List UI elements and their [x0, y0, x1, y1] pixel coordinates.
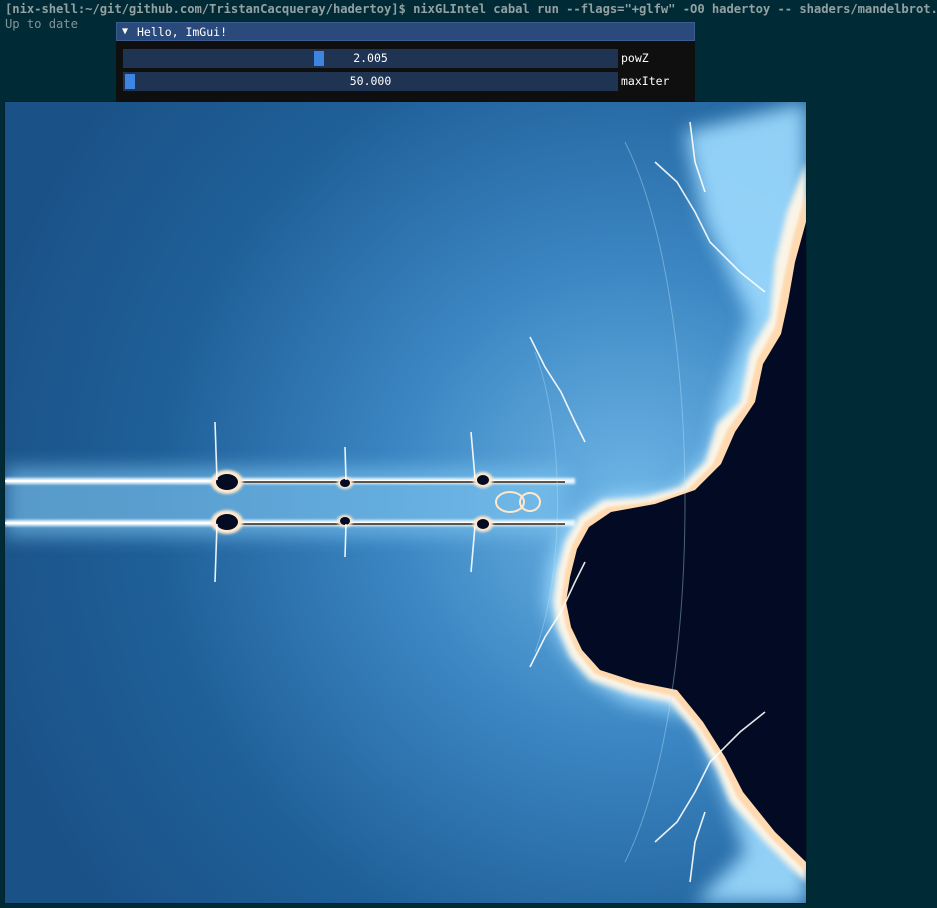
slider-row-maxiter: 50.000 maxIter [123, 72, 688, 91]
mandelbrot-fractal-image [5, 102, 806, 903]
maxiter-label: maxIter [621, 74, 670, 88]
terminal-command-line: [nix-shell:~/git/github.com/TristanCacqu… [5, 2, 937, 16]
imgui-window: ▼ Hello, ImGui! 2.005 powZ 50.000 maxIte… [116, 22, 695, 102]
maxiter-slider-value: 50.000 [349, 74, 392, 88]
fractal-render-canvas[interactable] [5, 102, 806, 903]
powz-label: powZ [621, 51, 649, 65]
imgui-title-bar[interactable]: ▼ Hello, ImGui! [116, 22, 695, 41]
slider-row-powz: 2.005 powZ [123, 49, 688, 68]
terminal-output-line: Up to date [5, 17, 78, 31]
collapse-arrow-icon[interactable]: ▼ [122, 25, 128, 39]
imgui-window-title: Hello, ImGui! [137, 25, 228, 39]
powz-slider[interactable]: 2.005 [123, 49, 618, 68]
maxiter-slider[interactable]: 50.000 [123, 72, 618, 91]
powz-slider-value: 2.005 [353, 51, 388, 65]
